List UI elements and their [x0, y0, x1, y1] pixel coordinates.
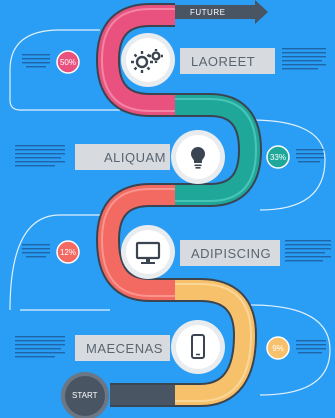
step-percent-4: 9%	[272, 344, 284, 353]
step-label-3: ADIPISCING	[191, 246, 272, 261]
future-arrow-label: FUTURE	[190, 8, 226, 17]
infographic-canvas: { "top_arrow": {"label": "FUTURE"}, "sta…	[0, 0, 335, 418]
step-percent-2: 33%	[269, 153, 286, 162]
step-label-4: MAECENAS	[86, 341, 163, 356]
step-percent-1: 50%	[59, 58, 76, 67]
step-percent-3: 12%	[59, 248, 76, 257]
step-label-2: ALIQUAM	[104, 150, 167, 165]
step-label-1: LAOREET	[191, 54, 256, 69]
start-label: START	[72, 391, 98, 400]
road-graphic	[9, 0, 331, 418]
